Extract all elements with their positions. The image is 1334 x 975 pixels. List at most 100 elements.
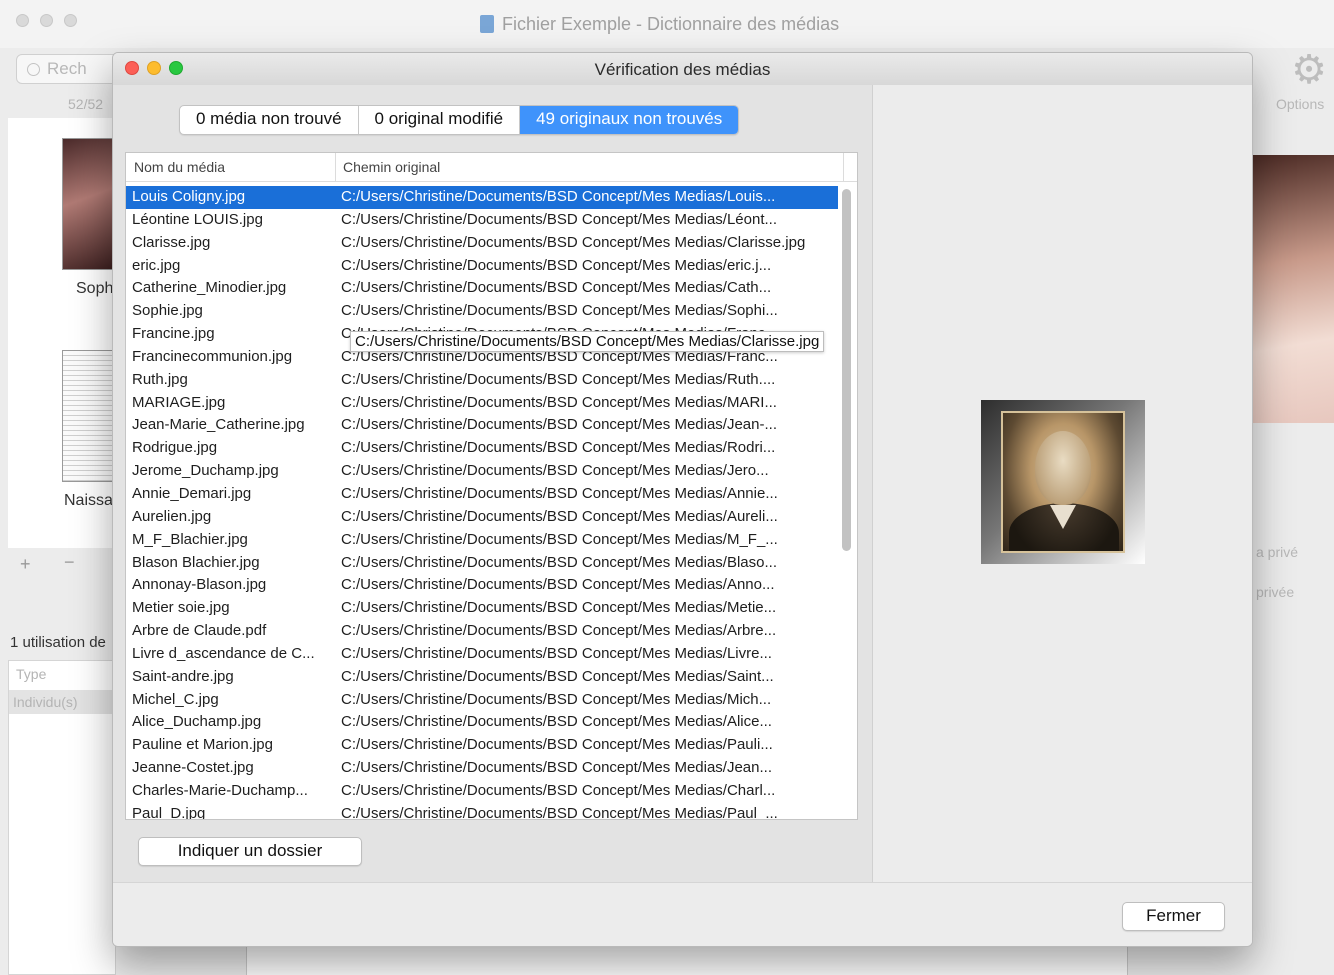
main-zoom-button[interactable] [64, 14, 77, 27]
media-name-cell: Ruth.jpg [132, 370, 188, 388]
table-body: Louis Coligny.jpg C:/Users/Christine/Docu… [126, 186, 838, 820]
original-path-cell: C:/Users/Christine/Documents/BSD Concept… [341, 393, 777, 411]
original-path-cell: C:/Users/Christine/Documents/BSD Concept… [341, 781, 776, 799]
media-name-cell: M_F_Blachier.jpg [132, 530, 248, 548]
table-row[interactable]: Arbre de Claude.pdf C:/Users/Christine/Do… [126, 620, 838, 643]
column-divider [843, 153, 844, 181]
table-row[interactable]: Jerome_Duchamp.jpg C:/Users/Christine/Doc… [126, 460, 838, 483]
media-thumbnail[interactable] [62, 350, 118, 482]
media-name-cell: Paul_D.jpg [132, 804, 206, 820]
table-row[interactable]: Annie_Demari.jpg C:/Users/Christine/Docum… [126, 483, 838, 506]
usage-type-column-header[interactable]: Type [16, 666, 46, 682]
original-path-cell: C:/Users/Christine/Documents/BSD Concept… [341, 736, 773, 754]
table-row[interactable]: MARIAGE.jpg C:/Users/Christine/Documents/… [126, 392, 838, 415]
portrait-face [1035, 431, 1091, 505]
table-row[interactable]: Louis Coligny.jpg C:/Users/Christine/Docu… [126, 186, 838, 209]
media-name-cell: Alice_Duchamp.jpg [132, 713, 262, 731]
table-row[interactable]: Charles-Marie-Duchamp... C:/Users/Christi… [126, 780, 838, 803]
table-row[interactable]: Saint-andre.jpg C:/Users/Christine/Docume… [126, 666, 838, 689]
main-close-button[interactable] [16, 14, 29, 27]
original-path-cell: C:/Users/Christine/Documents/BSD Concept… [341, 256, 772, 274]
table-row[interactable]: Rodrigue.jpg C:/Users/Christine/Documents… [126, 437, 838, 460]
tab-originals-not-found[interactable]: 49 originaux non trouvés [519, 106, 739, 134]
media-name-cell: Francine.jpg [132, 325, 215, 343]
original-path-cell: C:/Users/Christine/Documents/BSD Concept… [341, 644, 772, 662]
original-path-cell: C:/Users/Christine/Documents/BSD Concept… [341, 462, 769, 480]
search-placeholder: Rech [47, 59, 87, 78]
original-path-cell: C:/Users/Christine/Documents/BSD Concept… [341, 210, 778, 228]
media-name-cell: Sophie.jpg [132, 302, 203, 320]
column-header-media-name[interactable]: Nom du média [134, 159, 225, 175]
media-name-cell: Annonay-Blason.jpg [132, 576, 267, 594]
media-name-cell: Francinecommunion.jpg [132, 347, 293, 365]
remove-media-button[interactable]: − [64, 552, 75, 573]
table-row[interactable]: M_F_Blachier.jpg C:/Users/Christine/Docum… [126, 529, 838, 552]
original-path-cell: C:/Users/Christine/Documents/BSD Concept… [341, 530, 778, 548]
original-path-cell: C:/Users/Christine/Documents/BSD Concept… [341, 667, 774, 685]
table-header: Nom du média Chemin original [126, 153, 857, 182]
table-row[interactable]: Pauline et Marion.jpg C:/Users/Christine/… [126, 734, 838, 757]
media-name-cell: Saint-andre.jpg [132, 667, 234, 685]
thumbnail-label: Naissa [64, 492, 113, 509]
choose-folder-button[interactable]: Indiquer un dossier [138, 837, 362, 866]
document-icon [480, 15, 494, 33]
media-name-cell: Michel_C.jpg [132, 690, 219, 708]
table-row[interactable]: Jeanne-Costet.jpg C:/Users/Christine/Docu… [126, 757, 838, 780]
table-row[interactable]: Michel_C.jpg C:/Users/Christine/Documents… [126, 689, 838, 712]
media-name-cell: Metier soie.jpg [132, 599, 230, 617]
media-name-cell: Jerome_Duchamp.jpg [132, 462, 279, 480]
table-row[interactable]: Aurelien.jpg C:/Users/Christine/Documents… [126, 506, 838, 529]
original-path-cell: C:/Users/Christine/Documents/BSD Concept… [341, 599, 777, 617]
media-preview-image [981, 400, 1145, 564]
main-window-title: Fichier Exemple - Dictionnaire des média… [480, 14, 839, 35]
media-thumbnail[interactable] [62, 138, 118, 270]
media-name-cell: Arbre de Claude.pdf [132, 622, 267, 640]
usage-row[interactable]: Individu(s) [9, 690, 113, 714]
close-button[interactable]: Fermer [1122, 902, 1225, 931]
table-row[interactable]: Clarisse.jpg C:/Users/Christine/Documents… [126, 232, 838, 255]
table-row[interactable]: Annonay-Blason.jpg C:/Users/Christine/Doc… [126, 574, 838, 597]
table-row[interactable]: Jean-Marie_Catherine.jpg C:/Users/Christi… [126, 414, 838, 437]
media-name-cell: Jeanne-Costet.jpg [132, 759, 254, 777]
media-name-cell: Catherine_Minodier.jpg [132, 279, 287, 297]
table-row[interactable]: Paul_D.jpg C:/Users/Christine/Documents/B… [126, 803, 838, 820]
add-media-button[interactable]: + [20, 554, 31, 575]
original-path-cell: C:/Users/Christine/Documents/BSD Concept… [341, 622, 777, 640]
media-list-panel: 0 média non trouvé 0 original modifié 49… [113, 85, 873, 882]
table-row[interactable]: Metier soie.jpg C:/Users/Christine/Docume… [126, 597, 838, 620]
table-row[interactable]: Alice_Duchamp.jpg C:/Users/Christine/Docu… [126, 711, 838, 734]
original-path-cell: C:/Users/Christine/Documents/BSD Concept… [341, 370, 776, 388]
dialog-title: Vérification des médias [594, 60, 771, 79]
dialog-footer: Fermer [113, 882, 1252, 946]
media-counter: 52/52 [68, 96, 104, 112]
column-header-original-path[interactable]: Chemin original [343, 159, 440, 175]
table-row[interactable]: Blason Blachier.jpg C:/Users/Christine/Do… [126, 552, 838, 575]
dialog-titlebar: Vérification des médias [113, 53, 1252, 86]
media-name-cell: Jean-Marie_Catherine.jpg [132, 416, 305, 434]
main-minimize-button[interactable] [40, 14, 53, 27]
path-tooltip: C:/Users/Christine/Documents/BSD Concept… [350, 331, 825, 352]
original-path-cell: C:/Users/Christine/Documents/BSD Concept… [341, 713, 772, 731]
media-table: Nom du média Chemin original Louis Colig… [125, 152, 858, 820]
search-icon [27, 63, 40, 76]
table-row[interactable]: Sophie.jpg C:/Users/Christine/Documents/B… [126, 300, 838, 323]
media-verification-dialog: Vérification des médias 0 média non trou… [112, 52, 1253, 947]
table-row[interactable]: Léontine LOUIS.jpg C:/Users/Christine/Doc… [126, 209, 838, 232]
private-note-label: privée [1256, 584, 1295, 600]
media-name-cell: Aurelien.jpg [132, 507, 212, 525]
table-row[interactable]: Catherine_Minodier.jpg C:/Users/Christine… [126, 277, 838, 300]
table-row[interactable]: eric.jpg C:/Users/Christine/Documents/BSD… [126, 255, 838, 278]
original-path-cell: C:/Users/Christine/Documents/BSD Concept… [341, 507, 778, 525]
tab-media-not-found[interactable]: 0 média non trouvé [180, 106, 358, 134]
table-row[interactable]: Ruth.jpg C:/Users/Christine/Documents/BSD… [126, 369, 838, 392]
original-path-cell: C:/Users/Christine/Documents/BSD Concept… [341, 416, 777, 434]
media-name-cell: Charles-Marie-Duchamp... [132, 781, 308, 799]
scrollbar-thumb[interactable] [842, 189, 851, 551]
column-divider[interactable] [335, 153, 336, 181]
original-path-cell: C:/Users/Christine/Documents/BSD Concept… [341, 279, 772, 297]
media-name-cell: Blason Blachier.jpg [132, 553, 260, 571]
original-path-cell: C:/Users/Christine/Documents/BSD Concept… [341, 690, 772, 708]
gear-icon[interactable]: ⚙ [1286, 50, 1332, 90]
table-row[interactable]: Livre d_ascendance de C... C:/Users/Chris… [126, 643, 838, 666]
tab-original-modified[interactable]: 0 original modifié [357, 106, 520, 134]
